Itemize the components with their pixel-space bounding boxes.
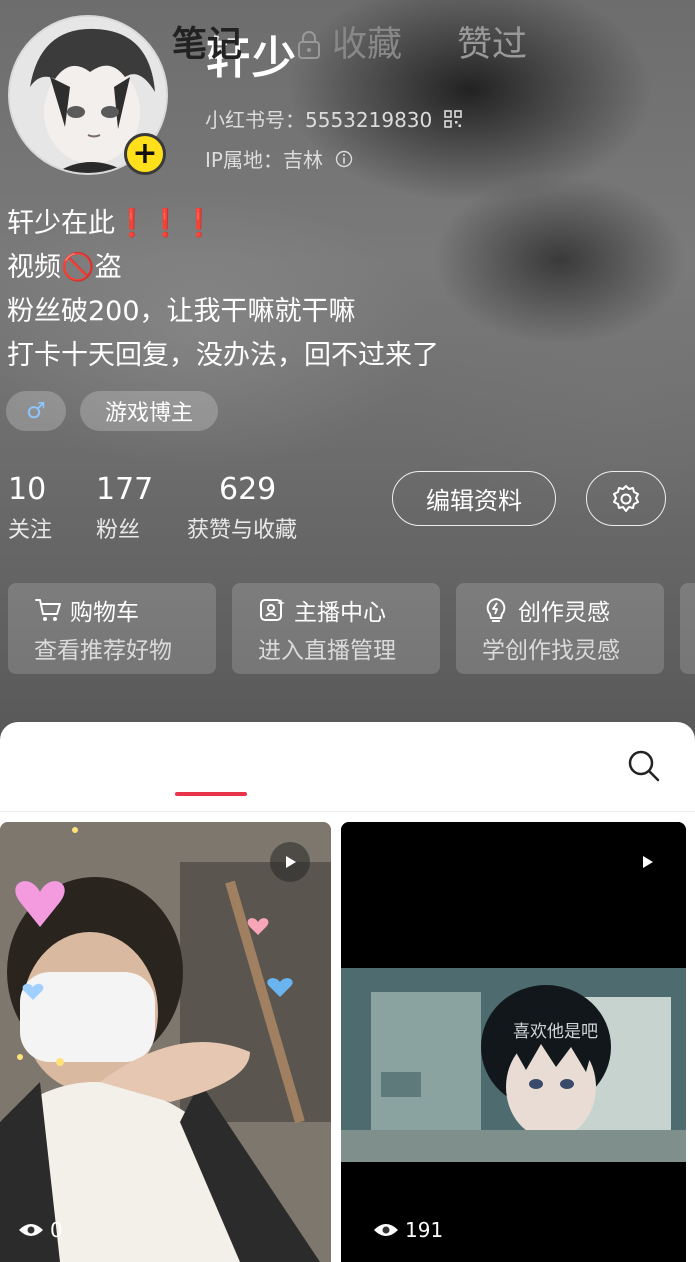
note-card[interactable]: 喜欢他是吧 191	[341, 822, 686, 1262]
info-icon[interactable]	[335, 150, 353, 168]
note-cover-image	[0, 822, 331, 1262]
stat-value: 10	[8, 472, 47, 507]
bulb-icon	[486, 597, 506, 622]
bio-line: 轩少在此❗❗❗	[7, 208, 216, 239]
card-title: 购物车	[70, 600, 139, 626]
note-cover-image	[341, 822, 686, 1262]
card-anchor-center[interactable]: 主播中心 进入直播管理	[232, 583, 440, 674]
view-count-value: 191	[405, 1218, 444, 1242]
card-title: 主播中心	[294, 600, 386, 626]
bio-line: 粉丝破200，让我干嘛就干嘛	[7, 296, 356, 327]
card-creative-inspiration[interactable]: 创作灵感 学创作找灵感	[456, 583, 664, 674]
stat-label: 粉丝	[96, 518, 141, 543]
content-tab-bar	[0, 722, 695, 812]
card-shopping-cart[interactable]: 购物车 查看推荐好物	[8, 583, 216, 674]
qrcode-icon[interactable]	[444, 109, 463, 128]
male-icon: ♂	[26, 398, 46, 424]
lock-icon	[298, 31, 320, 59]
role-tag: 游戏博主	[80, 391, 218, 431]
stat-following[interactable]: 10 关注	[8, 470, 52, 544]
stat-label: 关注	[8, 518, 53, 543]
stat-value: 629	[219, 472, 277, 507]
redbook-id: 小红书号：5553219830	[205, 108, 433, 132]
bio: 轩少在此❗❗❗ 视频🚫盗 粉丝破200，让我干嘛就干嘛 打卡十天回复，没办法，回…	[7, 202, 439, 378]
gender-tag: ♂	[6, 391, 66, 431]
note-card[interactable]: 0	[0, 822, 331, 1262]
view-count-value: 0	[50, 1218, 63, 1242]
ip-location-row: IP属地：吉林	[205, 144, 353, 173]
card-more-partial[interactable]	[680, 583, 695, 674]
video-play-icon	[270, 842, 310, 882]
tab-favorites-label: 收藏	[332, 25, 403, 65]
settings-button[interactable]	[586, 471, 666, 526]
tab-liked[interactable]: 赞过	[457, 22, 527, 68]
stat-likes-and-saves[interactable]: 629 获赞与收藏	[187, 470, 297, 544]
view-count: 0	[18, 1218, 63, 1242]
gear-icon	[613, 484, 639, 512]
bio-line: 打卡十天回复，没办法，回不过来了	[7, 340, 439, 371]
bio-line: 视频🚫盗	[7, 252, 122, 283]
add-avatar-button[interactable]: +	[124, 133, 166, 175]
stat-label: 获赞与收藏	[187, 518, 298, 543]
card-subtitle: 查看推荐好物	[34, 638, 172, 664]
stat-followers[interactable]: 177 粉丝	[96, 470, 153, 544]
plus-icon: +	[132, 136, 158, 171]
role-tag-label: 游戏博主	[104, 401, 193, 426]
tab-favorites[interactable]: 收藏	[296, 22, 402, 68]
active-tab-indicator	[175, 792, 247, 796]
anchor-icon	[260, 599, 285, 621]
cart-icon	[35, 599, 61, 621]
card-subtitle: 学创作找灵感	[482, 638, 620, 664]
stat-value: 177	[96, 472, 154, 507]
video-caption: 喜欢他是吧	[513, 1022, 598, 1042]
search-icon	[628, 750, 660, 782]
ip-location: IP属地：吉林	[205, 148, 323, 172]
card-title: 创作灵感	[518, 600, 610, 626]
search-button[interactable]	[626, 748, 662, 788]
tab-notes[interactable]: 笔记	[172, 22, 242, 68]
eye-icon	[374, 1224, 398, 1236]
video-play-icon	[627, 842, 667, 882]
card-subtitle: 进入直播管理	[258, 638, 396, 664]
edit-profile-button[interactable]: 编辑资料	[392, 471, 556, 526]
eye-icon	[19, 1224, 43, 1236]
redbook-id-row: 小红书号：5553219830	[205, 104, 463, 133]
view-count: 191	[373, 1218, 443, 1242]
